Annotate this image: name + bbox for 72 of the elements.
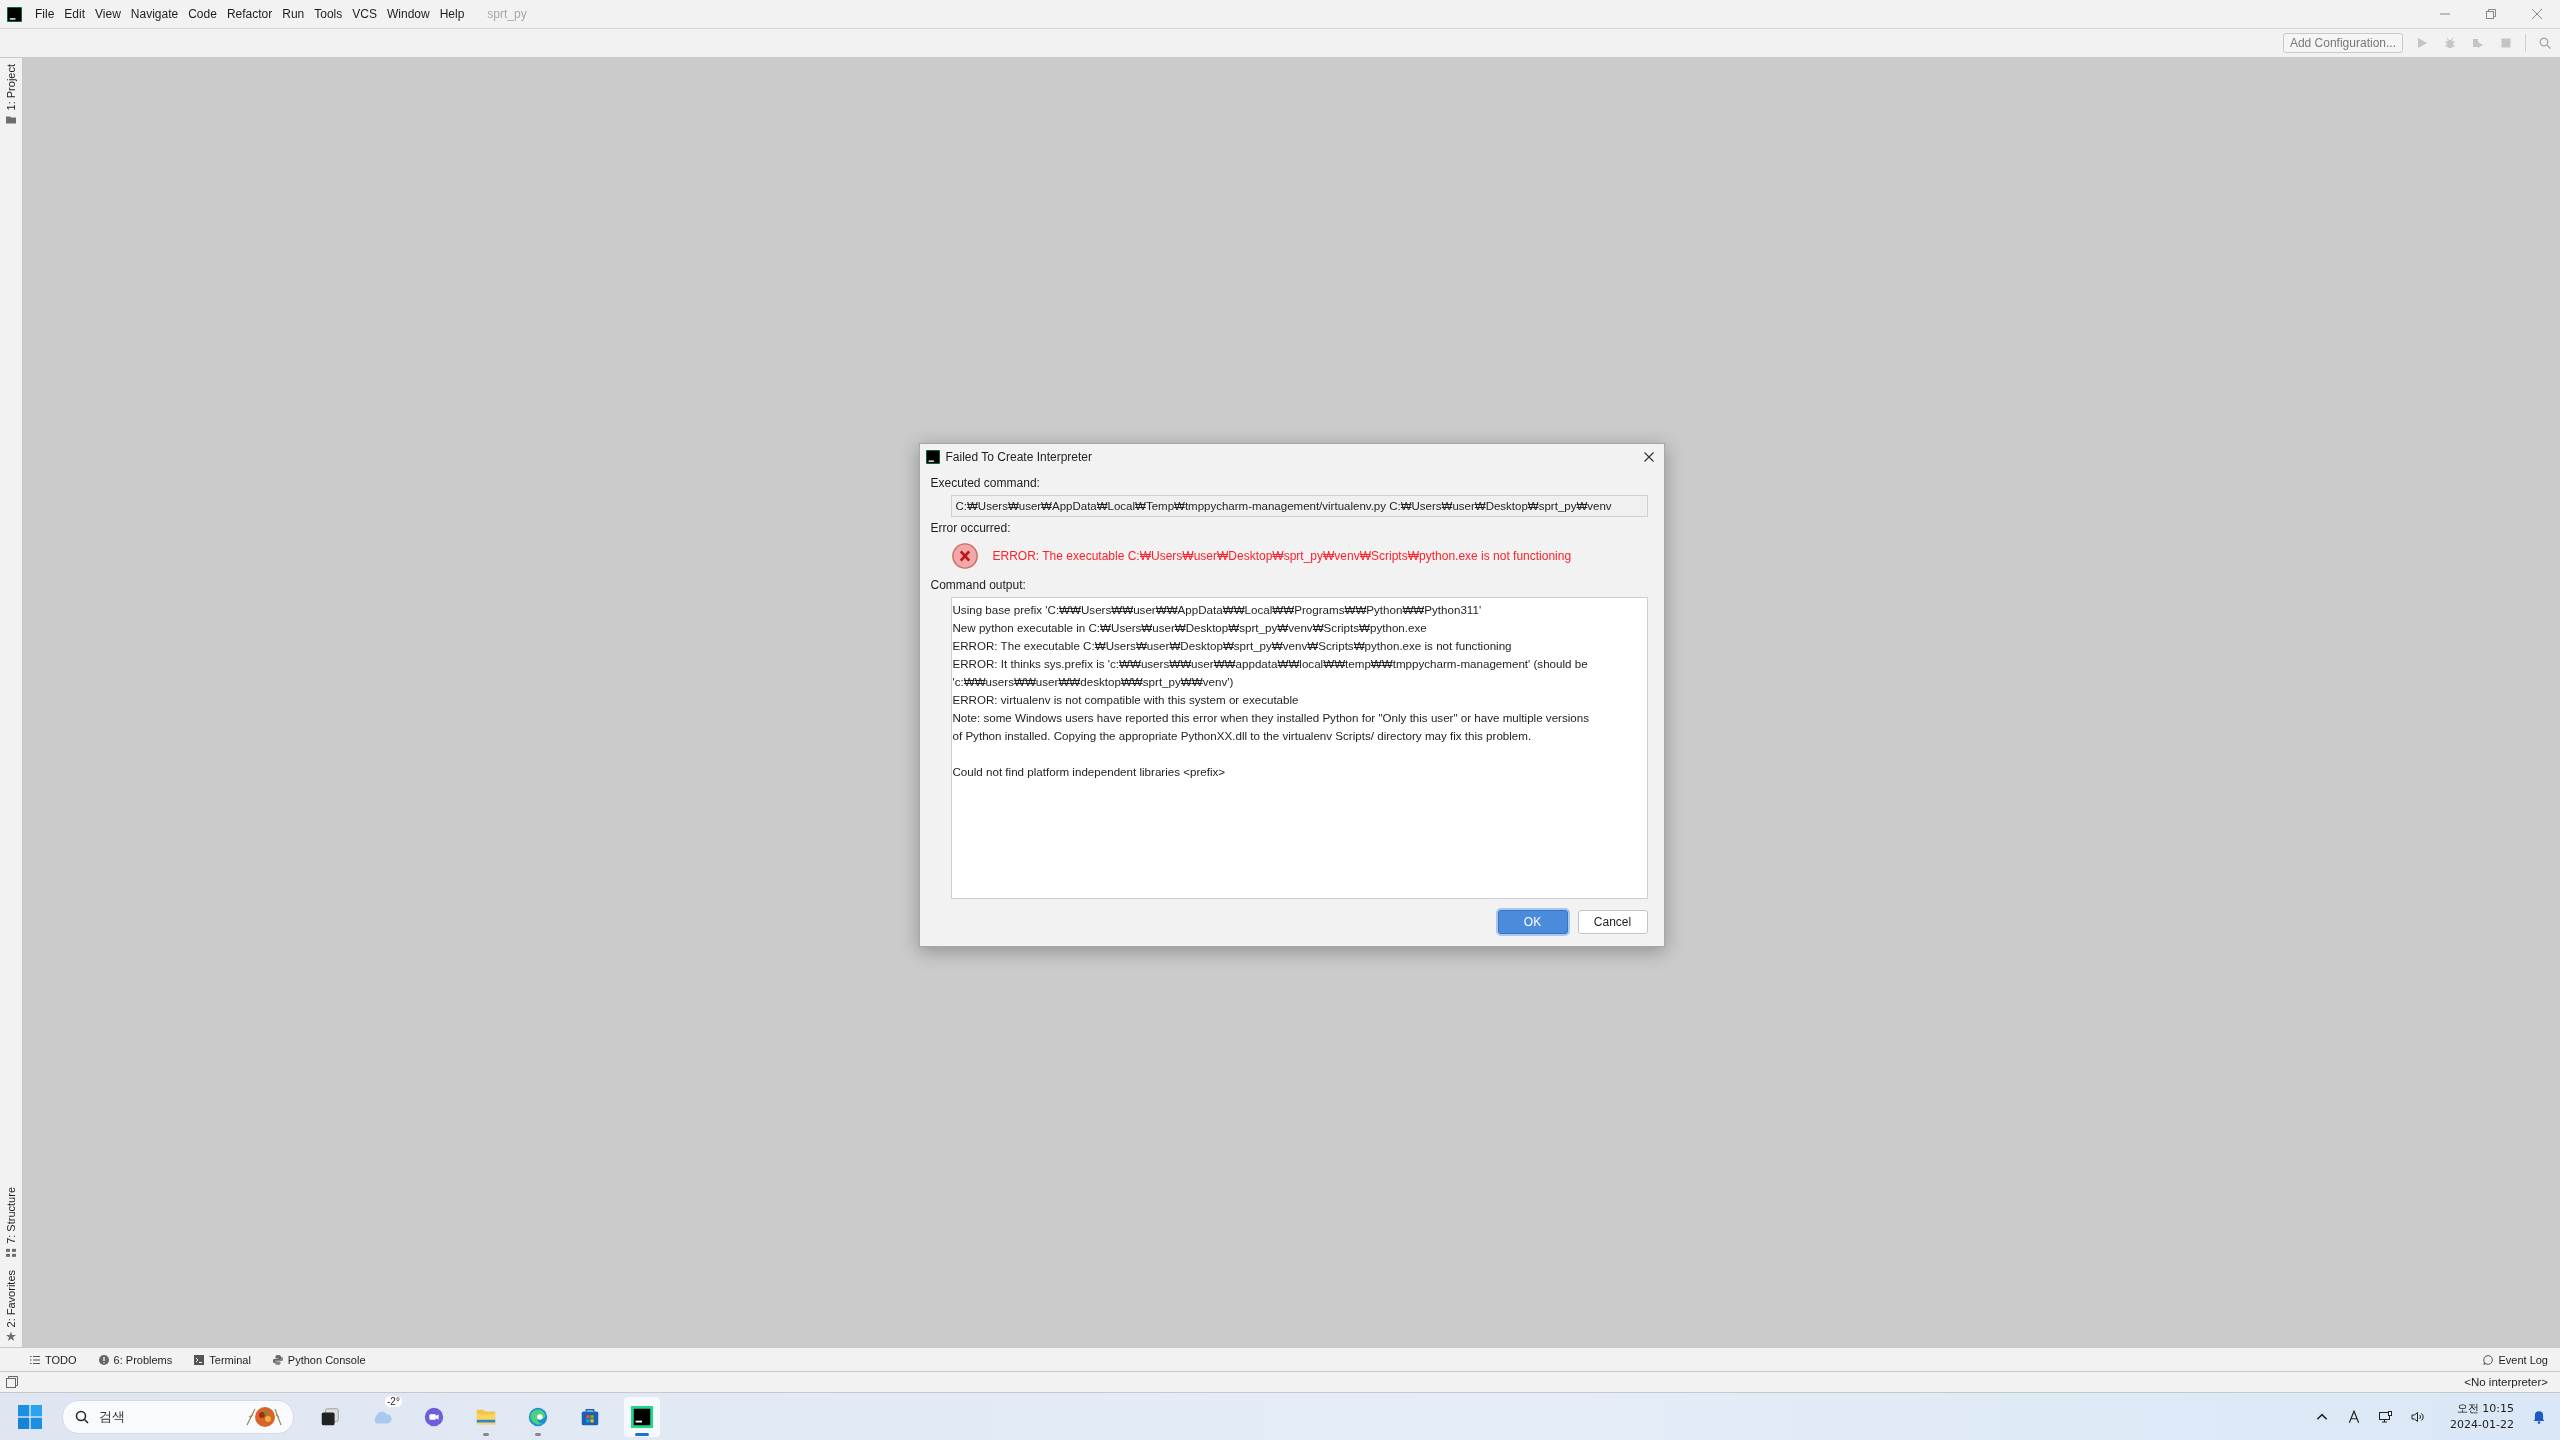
python-icon — [272, 1354, 283, 1365]
menu-item[interactable]: Help — [434, 7, 470, 21]
app-logo-icon — [925, 449, 940, 464]
tool-tab[interactable]: Terminal — [194, 1353, 251, 1366]
speech-bubble-icon — [2483, 1354, 2494, 1365]
output-line: ERROR: virtualenv is not compatible with this system or executable — [952, 691, 1300, 708]
search-icon — [75, 1409, 89, 1424]
tool-window-tab[interactable]: 1: Project — [5, 64, 17, 125]
clock-time[interactable]: 오전 10:15 — [2456, 1400, 2514, 1417]
output-line: Could not find platform independent libraries <prefix> — [952, 763, 1227, 780]
task-view-icon — [319, 1405, 341, 1428]
output-line: ERROR: The executable C:₩Users₩user₩Desktop₩sprt_py₩venv₩Scripts₩python.exe is not functioning — [952, 637, 1513, 654]
clock-date[interactable]: 2024-01-22 — [2450, 1416, 2514, 1433]
menu-item[interactable]: Tools — [309, 7, 348, 21]
output-line: of Python installed. Copying the appropriate PythonXX.dll to the virtualenv Scripts/ directory may fix this problem. — [952, 727, 1533, 744]
close-icon[interactable] — [1643, 451, 1654, 462]
field-label: Error occurred: — [930, 520, 1012, 535]
terminal-icon — [194, 1354, 205, 1365]
menu-item[interactable]: Code — [183, 7, 222, 21]
output-line: 'c:₩₩users₩₩user₩₩desktop₩₩sprt_py₩₩venv') — [952, 673, 1235, 690]
input-method-icon[interactable] — [2347, 1409, 2362, 1424]
menu-item[interactable]: Run — [277, 7, 310, 21]
menu-item[interactable]: View — [90, 7, 126, 21]
tool-window-tab[interactable]: 7: Structure — [5, 1186, 17, 1258]
error-icon — [950, 541, 979, 570]
output-line: Note: some Windows users have reported this error when they installed Python for "Only this user" or have multiple versions — [952, 709, 1590, 726]
menu-item[interactable]: VCS — [347, 7, 382, 21]
output-line: New python executable in C:₩Users₩user₩Desktop₩sprt_py₩venv₩Scripts₩python.exe — [952, 619, 1428, 636]
field-label: Command output: — [930, 577, 1027, 592]
search-field[interactable]: 검색 — [97, 1408, 237, 1425]
list-icon — [30, 1354, 40, 1365]
bell-icon[interactable] — [2532, 1409, 2546, 1424]
star-icon — [6, 1331, 16, 1341]
dialog-title: Failed To Create Interpreter — [945, 449, 1093, 464]
menu-item[interactable]: Refactor — [221, 7, 278, 21]
taskbar-app[interactable] — [624, 1396, 660, 1437]
project-title: sprt_py — [487, 7, 527, 21]
exclamation-icon — [98, 1354, 109, 1365]
menu-item[interactable]: Window — [381, 7, 435, 21]
browser-icon — [527, 1405, 549, 1428]
monitor-icon[interactable] — [2379, 1409, 2394, 1424]
layout-icon[interactable] — [6, 1376, 18, 1388]
structure-icon — [6, 1247, 16, 1258]
menu-item[interactable]: Edit — [59, 7, 91, 21]
menu-item[interactable]: Navigate — [125, 7, 184, 21]
menu-item[interactable]: File — [30, 7, 60, 21]
restore-icon — [2486, 9, 2496, 19]
app-logo-icon — [631, 1405, 653, 1428]
start-icon[interactable] — [18, 1404, 42, 1429]
taskbar-app[interactable]: -2° — [364, 1396, 400, 1437]
output-area[interactable] — [950, 596, 1648, 899]
close-icon — [2532, 9, 2542, 19]
folder-icon — [6, 114, 16, 125]
output-line: ERROR: It thinks sys.prefix is 'c:₩₩users₩₩user₩₩appdata₩₩local₩₩temp₩₩tmppycharm-management' (should be — [952, 655, 1589, 672]
tool-tab[interactable]: Python Console — [272, 1353, 366, 1366]
speaker-icon[interactable] — [2411, 1409, 2426, 1424]
tool-tab[interactable]: TODO — [30, 1353, 77, 1366]
tool-tab[interactable]: 6: Problems — [98, 1353, 173, 1366]
search-bar[interactable]: 검색 — [62, 1399, 294, 1434]
search-icon[interactable] — [2539, 37, 2551, 49]
error-message: ERROR: The executable C:₩Users₩user₩Desktop₩sprt_py₩venv₩Scripts₩python.exe is not functioning — [992, 548, 1572, 563]
video-chat-icon — [423, 1405, 445, 1428]
event-log-tab[interactable]: Event Log — [2483, 1353, 2548, 1366]
output-line: Using base prefix 'C:₩₩Users₩₩user₩₩AppData₩₩Local₩₩Programs₩₩Python₩₩Python311' — [952, 601, 1483, 618]
weather-temperature: -2° — [385, 1395, 402, 1407]
add-configuration-button[interactable]: Add Configuration... — [2282, 33, 2403, 53]
app-logo-icon — [7, 6, 22, 22]
cancel-button[interactable]: Cancel — [1577, 909, 1648, 934]
command-field[interactable]: C:₩Users₩user₩AppData₩Local₩Temp₩tmppycharm-management/virtualenv.py C:₩Users₩user₩Desktop₩sprt_py₩venv — [950, 494, 1648, 517]
tool-window-tab[interactable]: 2: Favorites — [5, 1269, 17, 1341]
field-label: Executed command: — [930, 475, 1041, 490]
interpreter-status[interactable]: <No interpreter> — [2464, 1376, 2548, 1388]
